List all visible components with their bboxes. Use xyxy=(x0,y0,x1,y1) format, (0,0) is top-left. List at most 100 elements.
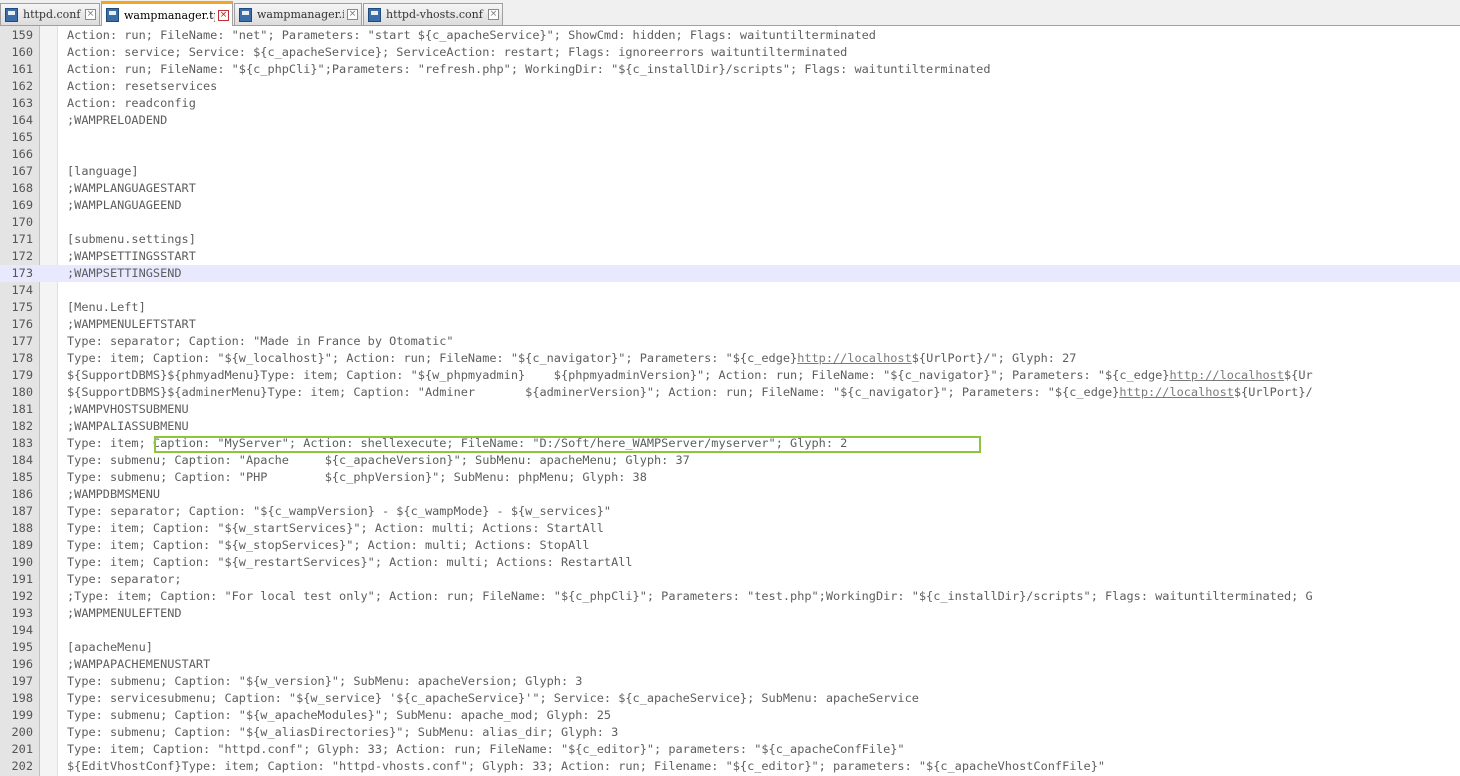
code-line[interactable]: 171 [submenu.settings] xyxy=(0,231,1460,248)
code-line[interactable]: 161 Action: run; FileName: "${c_phpCli}";… xyxy=(0,61,1460,78)
code-line[interactable]: 168 ;WAMPLANGUAGESTART xyxy=(0,180,1460,197)
line-text[interactable]: Type: item; Caption: "${w_localhost}"; A… xyxy=(67,350,1076,367)
line-text[interactable]: Type: submenu; Caption: "${w_apacheModul… xyxy=(67,707,611,724)
line-text[interactable]: Type: submenu; Caption: "${w_version}"; … xyxy=(67,673,582,690)
line-text[interactable]: Type: item; Caption: "MyServer"; Action:… xyxy=(67,435,847,452)
code-line[interactable]: 196 ;WAMPAPACHEMENUSTART xyxy=(0,656,1460,673)
line-text[interactable]: ${SupportDBMS}${adminerMenu}Type: item; … xyxy=(67,384,1313,401)
line-text[interactable]: Type: submenu; Caption: "PHP ${c_phpVers… xyxy=(67,469,647,486)
code-line[interactable]: 167 [language] xyxy=(0,163,1460,180)
code-line[interactable]: 159 Action: run; FileName: "net"; Paramet… xyxy=(0,27,1460,44)
line-text[interactable]: ;WAMPLANGUAGESTART xyxy=(67,180,196,197)
line-text[interactable]: [Menu.Left] xyxy=(67,299,146,316)
line-text[interactable]: ;WAMPSETTINGSEND xyxy=(67,265,182,282)
close-icon[interactable]: × xyxy=(218,9,229,21)
code-line[interactable]: 165 xyxy=(0,129,1460,146)
line-text[interactable]: Type: separator; Caption: "Made in Franc… xyxy=(67,333,454,350)
line-text[interactable]: ;WAMPLANGUAGEEND xyxy=(67,197,182,214)
line-text[interactable]: ${EditVhostConf}Type: item; Caption: "ht… xyxy=(67,758,1105,775)
tab-httpd-vhosts-conf[interactable]: httpd-vhosts.conf × xyxy=(363,3,503,25)
code-line[interactable]: 164 ;WAMPRELOADEND xyxy=(0,112,1460,129)
tab-httpd-conf[interactable]: httpd.conf × xyxy=(0,3,100,25)
code-line[interactable]: 198 Type: servicesubmenu; Caption: "${w_s… xyxy=(0,690,1460,707)
line-text[interactable]: [submenu.settings] xyxy=(67,231,196,248)
code-line[interactable]: 175 [Menu.Left] xyxy=(0,299,1460,316)
code-line[interactable]: 186 ;WAMPDBMSMENU xyxy=(0,486,1460,503)
code-line[interactable]: 199 Type: submenu; Caption: "${w_apacheMo… xyxy=(0,707,1460,724)
code-line[interactable]: 172 ;WAMPSETTINGSSTART xyxy=(0,248,1460,265)
line-text[interactable]: Type: separator; Caption: "${c_wampVersi… xyxy=(67,503,611,520)
line-text[interactable]: Action: service; Service: ${c_apacheServ… xyxy=(67,44,847,61)
line-text[interactable]: ;WAMPSETTINGSSTART xyxy=(67,248,196,265)
line-text[interactable]: Type: item; Caption: "${w_restartService… xyxy=(67,554,633,571)
code-line[interactable]: 179 ${SupportDBMS}${phmyadMenu}Type: item… xyxy=(0,367,1460,384)
code-line[interactable]: 187 Type: separator; Caption: "${c_wampVe… xyxy=(0,503,1460,520)
code-lines[interactable]: 159 Action: run; FileName: "net"; Paramet… xyxy=(0,27,1460,775)
line-text[interactable]: ;WAMPDBMSMENU xyxy=(67,486,160,503)
close-icon[interactable]: × xyxy=(85,9,96,20)
url-link[interactable]: http://localhost xyxy=(1119,385,1234,399)
line-number: 199 xyxy=(11,708,33,722)
line-text[interactable]: ;Type: item; Caption: "For local test on… xyxy=(67,588,1313,605)
code-line[interactable]: 182 ;WAMPALIASSUBMENU xyxy=(0,418,1460,435)
code-line[interactable]: 177 Type: separator; Caption: "Made in Fr… xyxy=(0,333,1460,350)
line-text[interactable]: ;WAMPAPACHEMENUSTART xyxy=(67,656,210,673)
code-line[interactable]: 174 xyxy=(0,282,1460,299)
line-text[interactable]: ;WAMPMENULEFTEND xyxy=(67,605,182,622)
url-link[interactable]: http://localhost xyxy=(797,351,912,365)
close-icon[interactable]: × xyxy=(488,9,499,20)
code-line[interactable]: 189 Type: item; Caption: "${w_stopService… xyxy=(0,537,1460,554)
code-line[interactable]: 173 ;WAMPSETTINGSEND xyxy=(0,265,1460,282)
line-text[interactable]: Action: resetservices xyxy=(67,78,217,95)
line-text[interactable]: Type: submenu; Caption: "${w_aliasDirect… xyxy=(67,724,618,741)
tab-wampmanager-tpl[interactable]: wampmanager.tpl × xyxy=(101,1,233,26)
line-text[interactable]: Type: item; Caption: "httpd.conf"; Glyph… xyxy=(67,741,905,758)
line-number: 196 xyxy=(11,657,33,671)
line-text[interactable]: ${SupportDBMS}${phmyadMenu}Type: item; C… xyxy=(67,367,1313,384)
line-text[interactable]: Action: run; FileName: "${c_phpCli}";Par… xyxy=(67,61,990,78)
line-text[interactable]: Action: run; FileName: "net"; Parameters… xyxy=(67,27,876,44)
line-text[interactable]: ;WAMPRELOADEND xyxy=(67,112,167,129)
code-line[interactable]: 178 Type: item; Caption: "${w_localhost}"… xyxy=(0,350,1460,367)
code-line[interactable]: 202 ${EditVhostConf}Type: item; Caption: … xyxy=(0,758,1460,775)
line-text[interactable]: Type: item; Caption: "${w_startServices}… xyxy=(67,520,604,537)
close-icon[interactable]: × xyxy=(347,9,358,20)
line-text[interactable]: Type: item; Caption: "${w_stopServices}"… xyxy=(67,537,590,554)
code-line[interactable]: 191 Type: separator; xyxy=(0,571,1460,588)
code-line[interactable]: 176 ;WAMPMENULEFTSTART xyxy=(0,316,1460,333)
line-text[interactable]: [language] xyxy=(67,163,139,180)
code-line[interactable]: 200 Type: submenu; Caption: "${w_aliasDir… xyxy=(0,724,1460,741)
code-editor[interactable]: 159 Action: run; FileName: "net"; Paramet… xyxy=(0,26,1460,776)
line-text[interactable]: ;WAMPMENULEFTSTART xyxy=(67,316,196,333)
code-line[interactable]: 170 xyxy=(0,214,1460,231)
line-text[interactable]: Action: readconfig xyxy=(67,95,196,112)
code-line[interactable]: 194 xyxy=(0,622,1460,639)
code-line[interactable]: 166 xyxy=(0,146,1460,163)
code-line[interactable]: 169 ;WAMPLANGUAGEEND xyxy=(0,197,1460,214)
code-line[interactable]: 192 ;Type: item; Caption: "For local test… xyxy=(0,588,1460,605)
line-text[interactable]: Type: submenu; Caption: "Apache ${c_apac… xyxy=(67,452,690,469)
line-text[interactable]: Type: servicesubmenu; Caption: "${w_serv… xyxy=(67,690,919,707)
code-line[interactable]: 195 [apacheMenu] xyxy=(0,639,1460,656)
code-line[interactable]: 160 Action: service; Service: ${c_apacheS… xyxy=(0,44,1460,61)
code-line[interactable]: 163 Action: readconfig xyxy=(0,95,1460,112)
code-line[interactable]: 181 ;WAMPVHOSTSUBMENU xyxy=(0,401,1460,418)
code-line[interactable]: 180 ${SupportDBMS}${adminerMenu}Type: ite… xyxy=(0,384,1460,401)
code-line[interactable]: 183 Type: item; Caption: "MyServer"; Acti… xyxy=(0,435,1460,452)
code-line[interactable]: 184 Type: submenu; Caption: "Apache ${c_a… xyxy=(0,452,1460,469)
code-line[interactable]: 162 Action: resetservices xyxy=(0,78,1460,95)
code-line[interactable]: 201 Type: item; Caption: "httpd.conf"; Gl… xyxy=(0,741,1460,758)
code-line[interactable]: 193 ;WAMPMENULEFTEND xyxy=(0,605,1460,622)
line-number: 198 xyxy=(11,691,33,705)
code-line[interactable]: 190 Type: item; Caption: "${w_restartServ… xyxy=(0,554,1460,571)
line-text[interactable]: Type: separator; xyxy=(67,571,182,588)
line-number: 163 xyxy=(11,96,33,110)
tab-wampmanager-ini[interactable]: wampmanager.ini× xyxy=(234,3,362,25)
line-text[interactable]: [apacheMenu] xyxy=(67,639,153,656)
line-text[interactable]: ;WAMPALIASSUBMENU xyxy=(67,418,189,435)
code-line[interactable]: 188 Type: item; Caption: "${w_startServic… xyxy=(0,520,1460,537)
url-link[interactable]: http://localhost xyxy=(1169,368,1284,382)
line-text[interactable]: ;WAMPVHOSTSUBMENU xyxy=(67,401,189,418)
code-line[interactable]: 197 Type: submenu; Caption: "${w_version}… xyxy=(0,673,1460,690)
code-line[interactable]: 185 Type: submenu; Caption: "PHP ${c_phpV… xyxy=(0,469,1460,486)
